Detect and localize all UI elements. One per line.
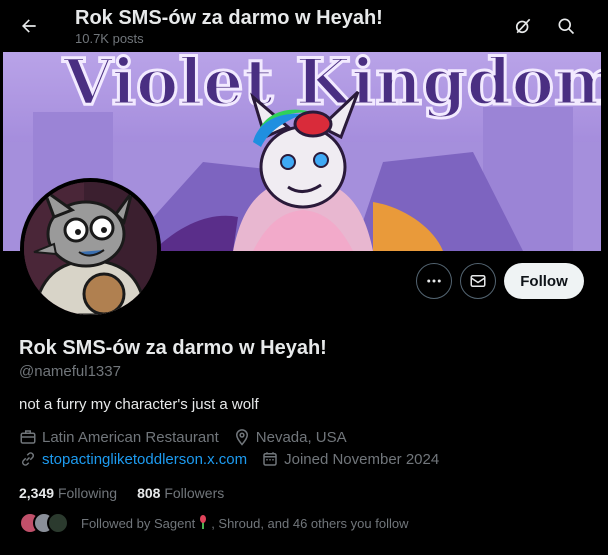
profile-joined: Joined November 2024 [261, 450, 439, 468]
followers-count: 808 [137, 485, 161, 501]
page-title: Rok SMS-ów za darmo w Heyah! [75, 7, 383, 29]
bio: not a furry my character's just a wolf [19, 396, 259, 413]
search-button[interactable] [549, 9, 583, 43]
briefcase-icon [20, 430, 36, 444]
calendar-icon [263, 452, 277, 466]
more-options-button[interactable] [416, 263, 452, 299]
more-icon [427, 279, 441, 283]
message-button[interactable] [460, 263, 496, 299]
grok-icon [515, 18, 531, 34]
profile-meta-row-2: stopactingliketoddlerson.x.com Joined No… [19, 450, 453, 468]
joined-text: Joined November 2024 [284, 450, 440, 468]
category-text: Latin American Restaurant [42, 428, 219, 446]
display-name: Rok SMS-ów za darmo w Heyah! [19, 337, 327, 359]
header-title-group: Rok SMS-ów za darmo w Heyah! 10.7K posts [75, 6, 383, 47]
top-bar: Rok SMS-ów za darmo w Heyah! 10.7K posts [0, 0, 608, 52]
following-label: Following [57, 485, 118, 501]
location-text: Nevada, USA [255, 428, 347, 446]
arrow-left-icon [22, 19, 36, 33]
posts-count: 10.7K posts [75, 31, 144, 46]
following-stat[interactable]: 2,349 Following [19, 485, 117, 501]
website-link[interactable]: stopactingliketoddlerson.x.com [42, 451, 247, 468]
follow-button[interactable]: Follow [504, 263, 584, 299]
search-icon [558, 18, 575, 35]
back-button[interactable] [12, 9, 46, 43]
followers-label: Followers [164, 485, 225, 501]
banner-title: Violet Kingdom [62, 52, 601, 120]
profile-website: stopactingliketoddlerson.x.com [19, 450, 247, 468]
grok-button[interactable] [506, 9, 540, 43]
follow-stats: 2,349 Following 808 Followers [19, 485, 244, 501]
followers-stat[interactable]: 808 Followers [137, 485, 224, 501]
profile-category: Latin American Restaurant [19, 428, 219, 446]
avatar[interactable] [20, 178, 161, 319]
link-icon [21, 452, 35, 466]
following-count: 2,349 [19, 485, 55, 501]
flower-emoji-icon [197, 514, 209, 532]
envelope-icon [470, 275, 486, 287]
profile-meta-row-1: Latin American Restaurant Nevada, USA [19, 428, 361, 446]
followed-by-row[interactable]: Followed by Sagent , Shroud, and 46 othe… [19, 512, 408, 534]
followed-by-suffix: , Shroud, and 46 others you follow [211, 515, 409, 531]
avatar [47, 512, 69, 534]
handle: @nameful1337 [19, 363, 121, 380]
location-pin-icon [235, 429, 248, 446]
profile-location: Nevada, USA [233, 428, 347, 446]
followed-by-prefix: Followed by Sagent [81, 515, 196, 531]
